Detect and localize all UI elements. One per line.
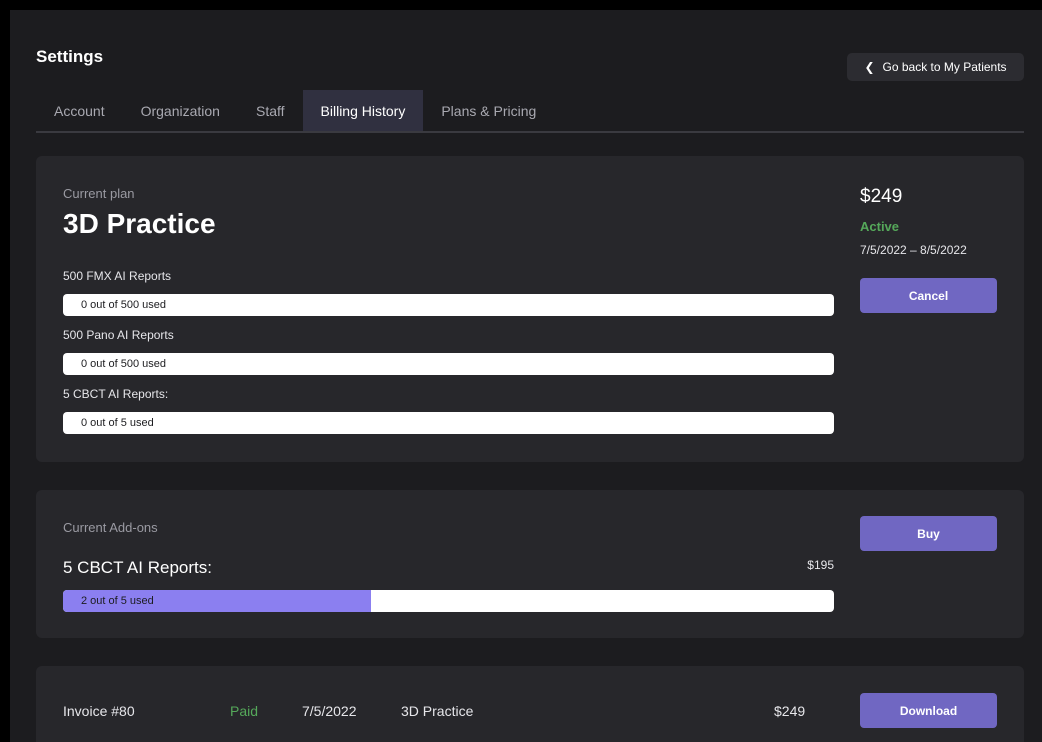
addon-usage-text: 2 out of 5 used [81,595,154,607]
current-plan-label: Current plan [63,186,135,201]
tab-billing-history[interactable]: Billing History [302,90,424,131]
quota-bar-pano: 0 out of 500 used [63,353,834,375]
addon-usage-bar: 2 out of 5 used [63,590,834,612]
buy-button[interactable]: Buy [860,516,997,551]
settings-tabs: Account Organization Staff Billing Histo… [36,90,1024,133]
tab-staff[interactable]: Staff [238,90,303,131]
tab-account[interactable]: Account [36,90,123,131]
current-addons-label: Current Add-ons [63,520,158,535]
invoice-amount: $249 [774,703,806,719]
settings-window: Settings ❮ Go back to My Patients Accoun… [10,10,1042,742]
quota-label-fmx: 500 FMX AI Reports [63,269,172,283]
quota-usage-fmx: 0 out of 500 used [81,299,167,311]
quota-label-pano: 500 Pano AI Reports [63,328,174,342]
quota-bar-cbct: 0 out of 5 used [63,412,834,434]
chevron-left-icon: ❮ [864,60,875,74]
addon-name: 5 CBCT AI Reports: [63,558,212,577]
billing-period: 7/5/2022 – 8/5/2022 [860,243,967,257]
plan-name: 3D Practice [63,208,216,239]
go-back-button[interactable]: ❮ Go back to My Patients [847,53,1024,81]
quota-usage-cbct: 0 out of 5 used [81,417,154,429]
quota-usage-pano: 0 out of 500 used [81,358,167,370]
download-button[interactable]: Download [860,693,997,728]
cancel-button[interactable]: Cancel [860,278,997,313]
current-plan-card: Current plan 3D Practice 500 FMX AI Repo… [36,156,1024,462]
go-back-label: Go back to My Patients [882,60,1007,74]
invoice-date: 7/5/2022 [302,703,357,719]
plan-price: $249 [860,186,903,207]
quota-label-cbct: 5 CBCT AI Reports: [63,387,169,401]
tab-plans-pricing[interactable]: Plans & Pricing [423,90,554,131]
addon-price: $195 [807,558,834,572]
plan-status: Active [860,219,900,234]
quota-bar-fmx: 0 out of 500 used [63,294,834,316]
invoice-plan: 3D Practice [401,703,474,719]
page-title: Settings [36,47,104,66]
invoice-row: Invoice #80 Paid 7/5/2022 3D Practice $2… [36,666,1024,742]
invoice-number: Invoice #80 [63,703,135,719]
tab-organization[interactable]: Organization [123,90,238,131]
current-addons-card: Current Add-ons 5 CBCT AI Reports: $195 … [36,490,1024,638]
invoice-status: Paid [230,703,259,719]
